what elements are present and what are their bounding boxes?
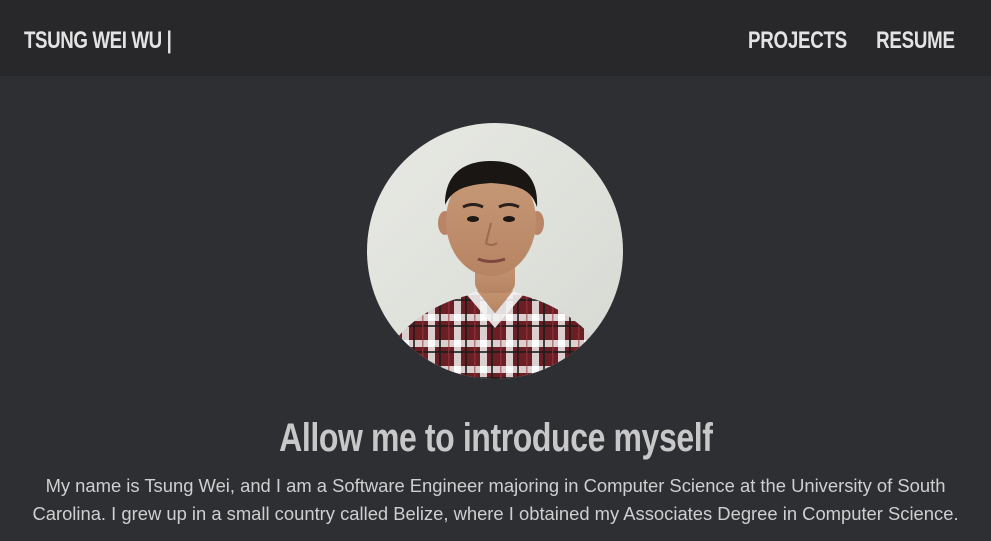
bio-paragraph: My name is Tsung Wei, and I am a Softwar… — [0, 472, 991, 528]
intro-headline-text: Allow me to introduce myself — [278, 416, 713, 460]
brand-link[interactable]: TSUNG WEI WU | — [24, 24, 172, 58]
nav-link-resume[interactable]: RESUME — [876, 24, 955, 58]
nav-link-projects[interactable]: PROJECTS — [748, 24, 847, 58]
bio-line: My name is Tsung Wei, and I am a Softwar… — [45, 475, 946, 496]
nav-links: PROJECTS RESUME — [734, 24, 966, 58]
top-navbar: TSUNG WEI WU | PROJECTS RESUME — [0, 0, 991, 76]
bio-line: Carolina. I grew up in a small country c… — [32, 503, 959, 524]
profile-photo — [367, 123, 623, 379]
intro-headline: Allow me to introduce myself — [0, 414, 991, 462]
avatar — [367, 123, 623, 379]
